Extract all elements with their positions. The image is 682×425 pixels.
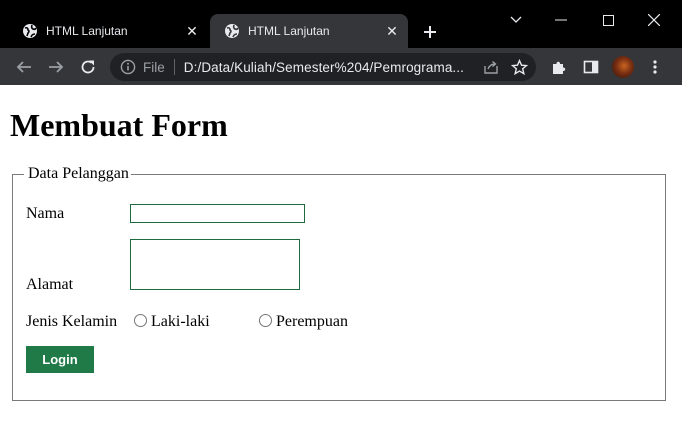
radio-perempuan[interactable] bbox=[259, 314, 272, 327]
alamat-label: Alamat bbox=[26, 276, 74, 293]
page-content: Membuat Form Data Pelanggan Nama Alamat … bbox=[0, 85, 682, 425]
page-title: Membuat Form bbox=[10, 107, 228, 143]
minimize-button[interactable] bbox=[549, 8, 573, 32]
plus-icon bbox=[424, 26, 436, 38]
url-text[interactable]: D:/Data/Kuliah/Semester%204/Pemrograma..… bbox=[184, 60, 480, 75]
close-icon[interactable]: ✕ bbox=[384, 23, 400, 39]
alamat-textarea[interactable] bbox=[130, 239, 300, 290]
fieldset-border bbox=[131, 174, 666, 175]
side-panel-button[interactable] bbox=[578, 54, 604, 80]
puzzle-icon bbox=[553, 61, 566, 74]
minimize-icon bbox=[555, 19, 567, 21]
scheme-label: File bbox=[143, 59, 165, 75]
radio-laki-laki-label[interactable]: Laki-laki bbox=[151, 313, 210, 331]
fieldset-data-pelanggan bbox=[12, 174, 666, 401]
login-button[interactable]: Login bbox=[26, 346, 94, 373]
profile-avatar[interactable] bbox=[612, 56, 634, 78]
arrow-left-icon bbox=[16, 61, 31, 73]
close-icon bbox=[648, 14, 660, 26]
forward-button[interactable] bbox=[43, 54, 69, 80]
kebab-menu-icon bbox=[653, 60, 657, 74]
radio-laki-laki[interactable] bbox=[134, 314, 147, 327]
tab-html-lanjutan-1[interactable]: HTML Lanjutan ✕ bbox=[8, 14, 208, 48]
new-tab-button[interactable] bbox=[418, 20, 442, 44]
nama-label: Nama bbox=[26, 205, 65, 222]
browser-titlebar: HTML Lanjutan ✕ HTML Lanjutan ✕ bbox=[0, 0, 682, 48]
jenis-kelamin-label: Jenis Kelamin bbox=[26, 313, 118, 330]
fieldset-border bbox=[12, 174, 24, 175]
extensions-button[interactable] bbox=[546, 54, 572, 80]
tab-title: HTML Lanjutan bbox=[248, 24, 330, 38]
globe-icon bbox=[22, 23, 38, 39]
maximize-button[interactable] bbox=[596, 8, 620, 32]
side-panel-icon bbox=[583, 60, 599, 74]
fieldset-legend: Data Pelanggan bbox=[28, 165, 129, 182]
chevron-down-icon bbox=[510, 16, 522, 23]
share-icon[interactable] bbox=[480, 56, 502, 78]
arrow-right-icon bbox=[49, 61, 64, 73]
address-bar[interactable]: File D:/Data/Kuliah/Semester%204/Pemrogr… bbox=[110, 53, 536, 81]
nama-input[interactable] bbox=[130, 204, 305, 223]
menu-button[interactable] bbox=[642, 54, 668, 80]
maximize-icon bbox=[602, 14, 614, 26]
star-icon[interactable] bbox=[508, 56, 530, 78]
tab-html-lanjutan-2[interactable]: HTML Lanjutan ✕ bbox=[210, 14, 408, 48]
radio-perempuan-label[interactable]: Perempuan bbox=[276, 313, 348, 331]
tab-title: HTML Lanjutan bbox=[46, 24, 128, 38]
tab-search-button[interactable] bbox=[504, 8, 528, 32]
browser-toolbar: File D:/Data/Kuliah/Semester%204/Pemrogr… bbox=[0, 48, 682, 85]
reload-button[interactable] bbox=[75, 54, 101, 80]
globe-icon bbox=[224, 23, 240, 39]
window-close-button[interactable] bbox=[642, 8, 666, 32]
close-icon[interactable]: ✕ bbox=[184, 23, 200, 39]
info-icon[interactable] bbox=[120, 59, 136, 75]
reload-icon bbox=[81, 60, 95, 74]
back-button[interactable] bbox=[11, 54, 37, 80]
omnibox-divider bbox=[173, 59, 175, 75]
